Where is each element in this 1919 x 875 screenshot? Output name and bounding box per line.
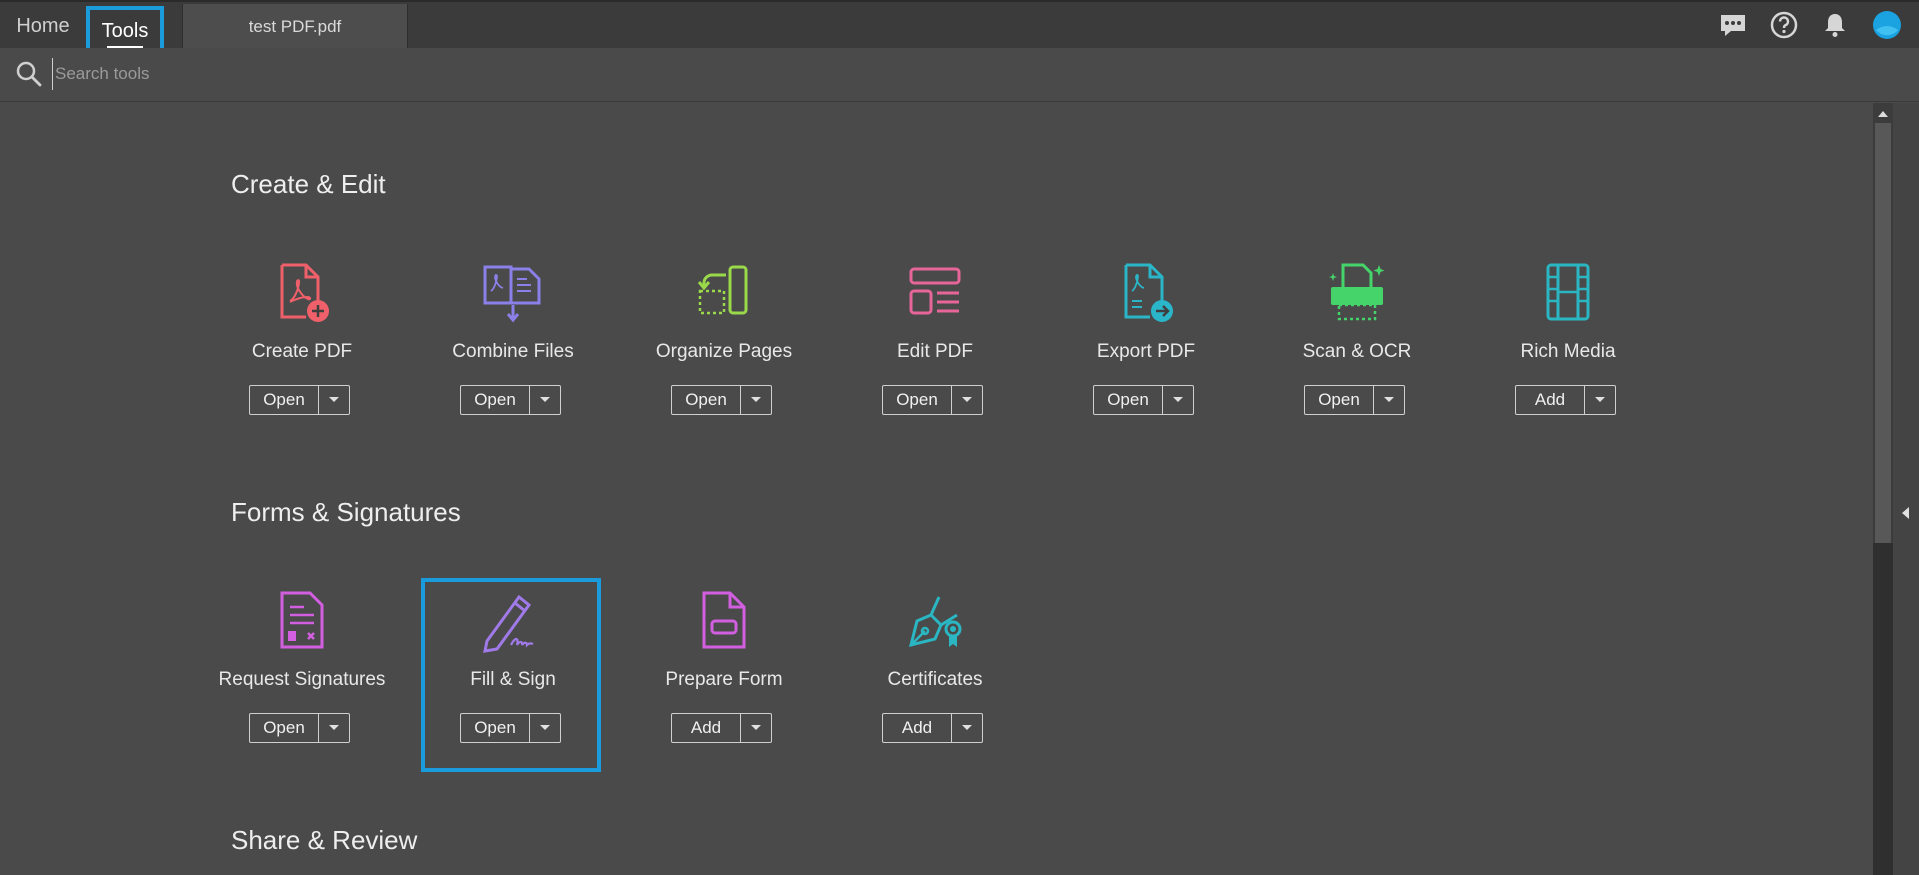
bell-icon[interactable] (1820, 10, 1850, 40)
open-button[interactable]: Open (672, 386, 741, 414)
tool-label: Export PDF (1096, 341, 1196, 362)
dropdown-arrow-button[interactable] (319, 386, 349, 414)
tool-label: Edit PDF (896, 341, 974, 362)
export-pdf-icon[interactable] (1114, 261, 1178, 325)
tool-fill-sign: Fill & Sign Open (413, 589, 613, 789)
tool-label: Rich Media (1520, 341, 1616, 362)
open-button[interactable]: Open (461, 714, 530, 742)
create-pdf-icon[interactable] (270, 261, 334, 325)
tool-combine-files: Combine Files Open (413, 261, 613, 461)
tool-organize-pages: Organize Pages Open (624, 261, 824, 461)
open-button[interactable]: Open (883, 386, 952, 414)
tool-button-group: Open (460, 385, 561, 415)
top-bar: Home Tools test PDF.pdf (0, 0, 1919, 56)
open-button[interactable]: Open (461, 386, 530, 414)
tool-edit-pdf: Edit PDF Open (835, 261, 1035, 461)
comment-icon[interactable] (1718, 10, 1748, 40)
tool-button-group: Open (1304, 385, 1405, 415)
tool-export-pdf: Export PDF Open (1046, 261, 1246, 461)
add-button[interactable]: Add (883, 714, 952, 742)
search-input[interactable] (52, 58, 752, 90)
dropdown-arrow-button[interactable] (1585, 386, 1615, 414)
tool-button-group: Open (460, 713, 561, 743)
home-tab[interactable]: Home (8, 4, 78, 48)
tool-button-group: Open (671, 385, 772, 415)
tool-button-group: Open (1093, 385, 1194, 415)
tool-button-group: Open (249, 385, 350, 415)
tool-request-signatures: Request Signatures Open (202, 589, 402, 789)
add-button[interactable]: Add (1516, 386, 1585, 414)
open-button[interactable]: Open (250, 386, 319, 414)
tool-create-pdf: Create PDF Open (202, 261, 402, 461)
tool-rich-media: Rich Media Add (1468, 261, 1668, 461)
combine-files-icon[interactable] (481, 261, 545, 325)
avatar[interactable] (1872, 10, 1902, 40)
prepare-form-icon[interactable] (692, 589, 756, 653)
open-button[interactable]: Open (1094, 386, 1163, 414)
section-title-share-review: Share & Review (231, 825, 418, 855)
tool-label: Fill & Sign (470, 669, 556, 690)
tool-button-group: Open (249, 713, 350, 743)
tool-label: Create PDF (251, 341, 353, 362)
certificates-icon[interactable] (903, 589, 967, 653)
scroll-up-arrow[interactable] (1876, 107, 1890, 121)
add-button[interactable]: Add (672, 714, 741, 742)
dropdown-arrow-button[interactable] (741, 714, 771, 742)
scan-ocr-icon[interactable] (1325, 261, 1389, 325)
edit-pdf-icon[interactable] (903, 261, 967, 325)
tool-label: Certificates (887, 669, 983, 690)
tool-label: Organize Pages (655, 341, 793, 362)
tool-scan-ocr: Scan & OCR Open (1257, 261, 1457, 461)
dropdown-arrow-button[interactable] (530, 386, 560, 414)
tools-center: Create & Edit Create PDF Open Combine Fi… (0, 103, 1870, 875)
search-icon (16, 61, 42, 87)
dropdown-arrow-button[interactable] (1163, 386, 1193, 414)
tool-button-group: Add (671, 713, 772, 743)
tool-label: Combine Files (452, 341, 574, 362)
dropdown-arrow-button[interactable] (530, 714, 560, 742)
expand-pane-arrow-icon[interactable] (1901, 505, 1913, 521)
tool-prepare-form: Prepare Form Add (624, 589, 824, 789)
rich-media-icon[interactable] (1536, 261, 1600, 325)
open-button[interactable]: Open (1305, 386, 1374, 414)
section-title-forms-signatures: Forms & Signatures (231, 497, 461, 527)
dropdown-arrow-button[interactable] (1374, 386, 1404, 414)
fill-sign-icon[interactable] (481, 589, 545, 653)
help-icon[interactable] (1769, 10, 1799, 40)
tool-label: Request Signatures (218, 669, 386, 690)
scroll-thumb[interactable] (1875, 123, 1891, 543)
section-title-create-edit: Create & Edit (231, 169, 386, 199)
dropdown-arrow-button[interactable] (952, 714, 982, 742)
tool-label: Prepare Form (665, 669, 783, 690)
search-bar (0, 48, 1919, 102)
dropdown-arrow-button[interactable] (319, 714, 349, 742)
dropdown-arrow-button[interactable] (741, 386, 771, 414)
tool-certificates: Certificates Add (835, 589, 1035, 789)
open-button[interactable]: Open (250, 714, 319, 742)
organize-pages-icon[interactable] (692, 261, 756, 325)
request-signatures-icon[interactable] (270, 589, 334, 653)
tool-button-group: Add (882, 713, 983, 743)
dropdown-arrow-button[interactable] (952, 386, 982, 414)
tool-button-group: Open (882, 385, 983, 415)
tools-tab-label: Tools (101, 20, 149, 42)
vertical-scrollbar[interactable] (1873, 103, 1893, 875)
tool-label: Scan & OCR (1302, 341, 1412, 362)
right-pane-collapsed (1893, 103, 1919, 875)
document-tab[interactable]: test PDF.pdf (182, 4, 408, 50)
scroll-track[interactable] (1873, 543, 1893, 875)
tool-button-group: Add (1515, 385, 1616, 415)
